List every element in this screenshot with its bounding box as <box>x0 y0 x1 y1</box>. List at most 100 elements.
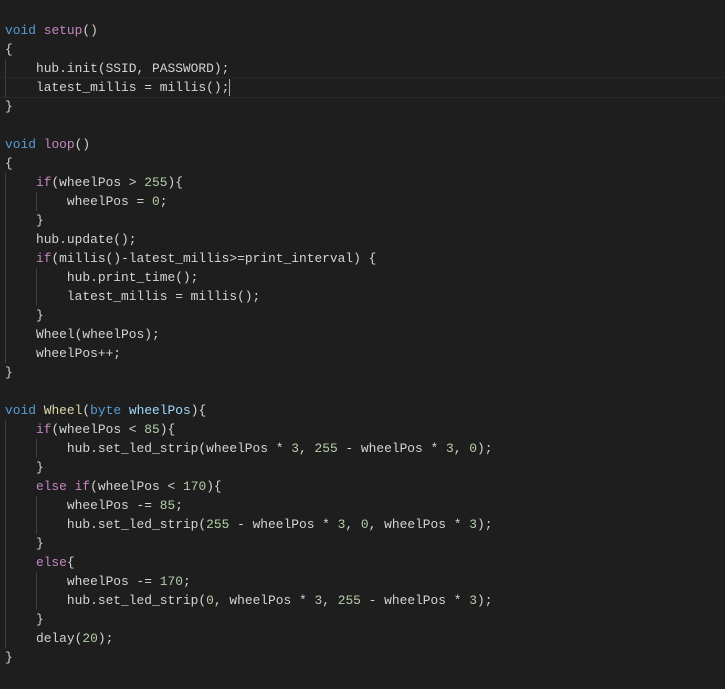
code-line[interactable]: } <box>5 534 725 553</box>
code-token: ( <box>82 403 91 418</box>
code-line[interactable]: delay(20); <box>5 629 725 648</box>
code-line[interactable]: { <box>5 40 725 59</box>
code-token: hub.print_time(); <box>66 270 199 285</box>
code-line[interactable] <box>5 382 725 401</box>
code-token: (millis()-latest_millis>=print_interval)… <box>51 251 377 266</box>
code-token: ); <box>476 441 493 456</box>
code-line[interactable] <box>5 116 725 135</box>
code-token: 170 <box>159 574 183 589</box>
code-line[interactable]: } <box>5 610 725 629</box>
code-editor[interactable]: {void setup(){ hub.init(SSID, PASSWORD);… <box>0 0 725 667</box>
code-token: 20 <box>82 631 98 646</box>
indent-guide <box>35 268 37 287</box>
indent-guide <box>5 534 6 553</box>
code-line[interactable]: wheelPos -= 85; <box>5 496 725 515</box>
indent-guide <box>5 553 6 572</box>
code-token: 255 <box>206 517 230 532</box>
code-line[interactable]: } <box>5 211 725 230</box>
text-cursor <box>229 79 231 97</box>
code-token: if <box>35 251 52 266</box>
code-line[interactable]: hub.update(); <box>5 230 725 249</box>
code-line[interactable]: latest_millis = millis(); <box>5 287 725 306</box>
code-token: { <box>5 42 13 57</box>
indent-guide <box>35 591 37 610</box>
code-line[interactable]: } <box>5 306 725 325</box>
code-token: ; <box>159 194 168 209</box>
code-token: wheelPos <box>128 403 191 418</box>
code-line[interactable]: } <box>5 363 725 382</box>
indent-guide <box>35 515 37 534</box>
code-token: else <box>35 479 67 494</box>
indent-guide <box>5 211 6 230</box>
code-token: } <box>35 612 44 627</box>
code-line[interactable]: Wheel(wheelPos); <box>5 325 725 344</box>
indent-guide <box>5 572 6 591</box>
code-line[interactable]: hub.print_time(); <box>5 268 725 287</box>
code-token: (wheelPos < <box>51 422 145 437</box>
indent-guide <box>5 420 6 439</box>
code-line[interactable]: hub.init(SSID, PASSWORD); <box>5 59 725 78</box>
code-token: 0 <box>206 593 214 608</box>
code-token: } <box>35 308 44 323</box>
code-line[interactable]: } <box>5 458 725 477</box>
code-line[interactable]: void loop() <box>5 135 725 154</box>
code-token: , <box>322 593 338 608</box>
code-line[interactable]: wheelPos -= 170; <box>5 572 725 591</box>
code-token: , wheelPos * <box>368 517 470 532</box>
code-token: { <box>5 156 13 171</box>
code-line[interactable]: } <box>5 648 725 667</box>
code-token: Wheel <box>43 403 83 418</box>
code-line[interactable]: hub.set_led_strip(255 - wheelPos * 3, 0,… <box>5 515 725 534</box>
code-line[interactable]: latest_millis = millis(); <box>0 77 725 98</box>
code-line[interactable]: void setup() <box>5 21 725 40</box>
code-token: , <box>345 517 361 532</box>
code-token: 85 <box>144 422 160 437</box>
indent-guide <box>5 173 6 192</box>
code-line[interactable]: void Wheel(byte wheelPos){ <box>5 401 725 420</box>
code-token: if <box>35 422 52 437</box>
code-line[interactable]: if(wheelPos < 85){ <box>5 420 725 439</box>
code-token: 255 <box>314 441 338 456</box>
code-token: ); <box>476 517 493 532</box>
code-token: setup <box>43 23 83 38</box>
code-token: } <box>5 99 13 114</box>
code-line[interactable]: else if(wheelPos < 170){ <box>5 477 725 496</box>
code-line[interactable]: else{ <box>5 553 725 572</box>
code-token: ){ <box>190 403 207 418</box>
code-line[interactable]: hub.set_led_strip(0, wheelPos * 3, 255 -… <box>5 591 725 610</box>
code-token: - wheelPos * <box>360 593 470 608</box>
code-token: byte <box>90 403 122 418</box>
code-token: wheelPos++; <box>35 346 122 361</box>
code-line[interactable]: hub.set_led_strip(wheelPos * 3, 255 - wh… <box>5 439 725 458</box>
code-line[interactable]: if(wheelPos > 255){ <box>5 173 725 192</box>
code-token: void <box>5 23 36 38</box>
code-line[interactable]: if(millis()-latest_millis>=print_interva… <box>5 249 725 268</box>
indent-guide <box>5 230 6 249</box>
code-token: 3 <box>469 593 477 608</box>
code-token: Wheel(wheelPos); <box>35 327 160 342</box>
code-line[interactable]: } <box>5 97 725 116</box>
code-line[interactable] <box>5 2 725 21</box>
code-line[interactable]: { <box>5 154 725 173</box>
code-token: } <box>35 460 44 475</box>
code-token: hub.set_led_strip( <box>66 517 207 532</box>
code-line[interactable]: wheelPos++; <box>5 344 725 363</box>
code-token: { <box>66 555 75 570</box>
code-line[interactable]: wheelPos = 0; <box>5 192 725 211</box>
code-token: 3 <box>469 517 477 532</box>
indent-guide <box>5 268 6 287</box>
indent-guide <box>35 287 37 306</box>
indent-guide <box>5 78 6 97</box>
indent-guide <box>35 192 37 211</box>
